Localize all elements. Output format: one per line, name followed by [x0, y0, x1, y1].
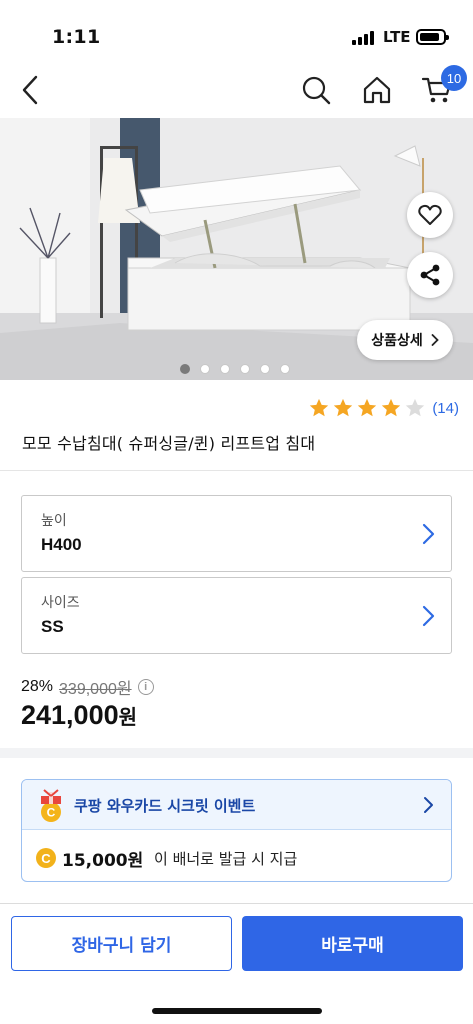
option-label: 사이즈 [41, 595, 80, 611]
product-title: 모모 수납침대( 슈퍼싱글/퀸) 리프트업 침대 [22, 434, 316, 453]
share-button[interactable] [407, 252, 453, 298]
wishlist-button[interactable] [407, 192, 453, 238]
top-nav-bar [0, 62, 473, 118]
star-icon [358, 398, 377, 417]
status-time: 1:11 [52, 26, 101, 48]
cart-count-badge: 10 [441, 65, 467, 91]
promo-title: 쿠팡 와우카드 시크릿 이벤트 [74, 797, 256, 815]
promo-amount: 15,000원 [62, 851, 144, 871]
original-price: 339,000원 [59, 681, 132, 698]
carousel-dot[interactable] [220, 364, 230, 374]
gift-icon: C [41, 789, 61, 822]
star-icon [334, 398, 353, 417]
review-count[interactable]: (14) [432, 400, 459, 417]
option-label: 높이 [41, 513, 67, 529]
carousel-dot[interactable] [200, 364, 210, 374]
chevron-right-icon [431, 334, 439, 346]
rating-summary[interactable]: (14) [308, 397, 459, 419]
chevron-right-icon [422, 605, 435, 627]
battery-icon [416, 29, 449, 45]
sale-price-unit: 원 [118, 705, 138, 729]
discount-rate: 28% [21, 678, 54, 695]
chevron-right-icon [424, 797, 433, 813]
search-icon[interactable] [296, 70, 336, 110]
carousel-dot[interactable] [180, 364, 190, 374]
share-icon [420, 264, 440, 286]
coin-icon: C [36, 848, 56, 868]
product-detail-label: 상품상세 [371, 333, 423, 349]
promo-header[interactable]: C 쿠팡 와우카드 시크릿 이벤트 [22, 780, 451, 830]
signal-icon [352, 31, 378, 45]
option-height-selector[interactable]: 높이 H400 [21, 495, 452, 572]
home-icon[interactable] [357, 70, 397, 110]
option-value: H400 [41, 535, 82, 554]
product-detail-button[interactable]: 상품상세 [357, 320, 453, 360]
back-arrow-icon[interactable] [10, 70, 50, 110]
option-value: SS [41, 617, 64, 636]
star-empty-icon [406, 398, 425, 417]
chevron-right-icon [422, 523, 435, 545]
wow-card-promo-banner[interactable]: C 쿠팡 와우카드 시크릿 이벤트 C 15,000원 이 배너로 발급 시 지… [21, 779, 452, 882]
home-indicator [152, 1008, 322, 1014]
carousel-dot[interactable] [280, 364, 290, 374]
status-bar: 1:11 LTE [0, 0, 473, 62]
star-icon [382, 398, 401, 417]
carousel-dot[interactable] [260, 364, 270, 374]
svg-text:C: C [47, 806, 56, 820]
divider [0, 470, 473, 471]
sale-price: 241,000원 [21, 700, 137, 731]
network-label: LTE [383, 28, 411, 46]
option-size-selector[interactable]: 사이즈 SS [21, 577, 452, 654]
buy-now-button[interactable]: 바로구매 [242, 916, 463, 971]
section-separator [0, 748, 473, 758]
carousel-dot[interactable] [240, 364, 250, 374]
sale-price-amount: 241,000 [21, 700, 119, 730]
heart-icon [418, 204, 442, 225]
carousel-indicator[interactable] [180, 364, 290, 374]
promo-description: 이 배너로 발급 시 지급 [154, 850, 298, 868]
bottom-bar-divider [0, 903, 473, 904]
info-icon[interactable]: i [137, 679, 154, 695]
add-to-cart-button[interactable]: 장바구니 담기 [11, 916, 232, 971]
price-discount-row: 28% 339,000원 i [21, 675, 154, 699]
star-icon [310, 398, 329, 417]
